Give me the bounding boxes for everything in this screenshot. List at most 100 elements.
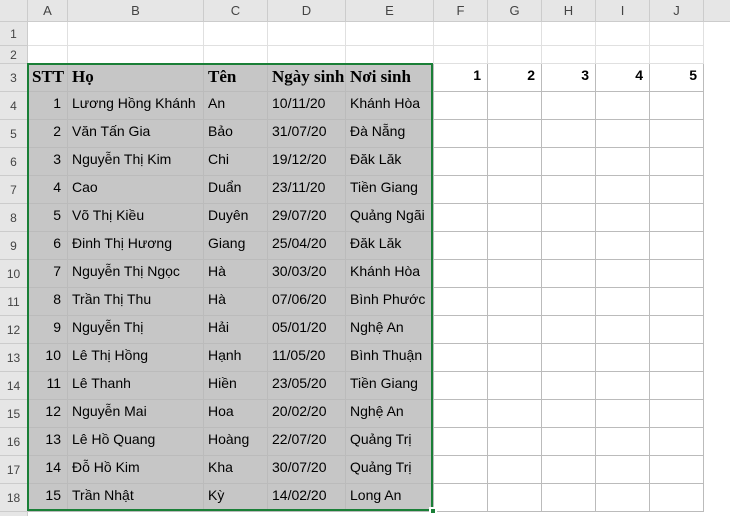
cell-H10[interactable] <box>542 260 596 288</box>
cell-J14[interactable] <box>650 372 704 400</box>
cell-J12[interactable] <box>650 316 704 344</box>
cell-I3[interactable]: 4 <box>596 64 650 92</box>
cell-H17[interactable] <box>542 456 596 484</box>
cell-D3[interactable]: Ngày sinh <box>268 64 346 92</box>
cell-F7[interactable] <box>434 176 488 204</box>
cell-E3[interactable]: Nơi sinh <box>346 64 434 92</box>
cell-G15[interactable] <box>488 400 542 428</box>
cell-B6[interactable]: Nguyễn Thị Kim <box>68 148 204 176</box>
cell-J3[interactable]: 5 <box>650 64 704 92</box>
cell-C9[interactable]: Giang <box>204 232 268 260</box>
cell-G7[interactable] <box>488 176 542 204</box>
cell-G3[interactable]: 2 <box>488 64 542 92</box>
cell-I1[interactable] <box>596 22 650 46</box>
row-header-10[interactable]: 10 <box>0 260 27 288</box>
col-header-G[interactable]: G <box>488 0 542 21</box>
select-all-corner[interactable] <box>0 0 28 21</box>
cell-A12[interactable]: 9 <box>28 316 68 344</box>
col-header-D[interactable]: D <box>268 0 346 21</box>
cell-D17[interactable]: 30/07/20 <box>268 456 346 484</box>
cell-I12[interactable] <box>596 316 650 344</box>
cell-E14[interactable]: Tiền Giang <box>346 372 434 400</box>
cell-J4[interactable] <box>650 92 704 120</box>
cell-F6[interactable] <box>434 148 488 176</box>
cell-H16[interactable] <box>542 428 596 456</box>
cell-E16[interactable]: Quảng Trị <box>346 428 434 456</box>
cell-J9[interactable] <box>650 232 704 260</box>
cell-B1[interactable] <box>68 22 204 46</box>
cell-J8[interactable] <box>650 204 704 232</box>
cell-A1[interactable] <box>28 22 68 46</box>
cell-C11[interactable]: Hà <box>204 288 268 316</box>
cell-B4[interactable]: Lương Hồng Khánh <box>68 92 204 120</box>
cell-A18[interactable]: 15 <box>28 484 68 512</box>
cell-G5[interactable] <box>488 120 542 148</box>
cell-I15[interactable] <box>596 400 650 428</box>
cell-B11[interactable]: Trần Thị Thu <box>68 288 204 316</box>
cell-C7[interactable]: Duẩn <box>204 176 268 204</box>
cell-G11[interactable] <box>488 288 542 316</box>
cell-F2[interactable] <box>434 46 488 64</box>
row-header-11[interactable]: 11 <box>0 288 27 316</box>
cell-F10[interactable] <box>434 260 488 288</box>
cell-B15[interactable]: Nguyễn Mai <box>68 400 204 428</box>
cell-H1[interactable] <box>542 22 596 46</box>
cell-C16[interactable]: Hoàng <box>204 428 268 456</box>
cell-E11[interactable]: Bình Phước <box>346 288 434 316</box>
row-header-6[interactable]: 6 <box>0 148 27 176</box>
cell-H8[interactable] <box>542 204 596 232</box>
cell-A16[interactable]: 13 <box>28 428 68 456</box>
cell-I18[interactable] <box>596 484 650 512</box>
cell-H11[interactable] <box>542 288 596 316</box>
cell-H3[interactable]: 3 <box>542 64 596 92</box>
cell-C5[interactable]: Bảo <box>204 120 268 148</box>
cell-I2[interactable] <box>596 46 650 64</box>
cell-C8[interactable]: Duyên <box>204 204 268 232</box>
cell-J17[interactable] <box>650 456 704 484</box>
cell-D2[interactable] <box>268 46 346 64</box>
cell-I17[interactable] <box>596 456 650 484</box>
cell-G17[interactable] <box>488 456 542 484</box>
cell-E6[interactable]: Đăk Lăk <box>346 148 434 176</box>
cell-B3[interactable]: Họ <box>68 64 204 92</box>
row-header-7[interactable]: 7 <box>0 176 27 204</box>
cell-F17[interactable] <box>434 456 488 484</box>
cell-D7[interactable]: 23/11/20 <box>268 176 346 204</box>
col-header-H[interactable]: H <box>542 0 596 21</box>
cell-I6[interactable] <box>596 148 650 176</box>
cell-E10[interactable]: Khánh Hòa <box>346 260 434 288</box>
cell-E7[interactable]: Tiền Giang <box>346 176 434 204</box>
cell-C1[interactable] <box>204 22 268 46</box>
cell-F15[interactable] <box>434 400 488 428</box>
cell-G1[interactable] <box>488 22 542 46</box>
cell-G4[interactable] <box>488 92 542 120</box>
cell-D8[interactable]: 29/07/20 <box>268 204 346 232</box>
cell-B18[interactable]: Trần Nhật <box>68 484 204 512</box>
row-header-5[interactable]: 5 <box>0 120 27 148</box>
cell-I5[interactable] <box>596 120 650 148</box>
col-header-J[interactable]: J <box>650 0 704 21</box>
cell-G8[interactable] <box>488 204 542 232</box>
cell-H14[interactable] <box>542 372 596 400</box>
cell-H12[interactable] <box>542 316 596 344</box>
cell-B7[interactable]: Cao <box>68 176 204 204</box>
cell-C17[interactable]: Kha <box>204 456 268 484</box>
cell-H13[interactable] <box>542 344 596 372</box>
cell-F1[interactable] <box>434 22 488 46</box>
cell-B2[interactable] <box>68 46 204 64</box>
cell-G18[interactable] <box>488 484 542 512</box>
cell-E13[interactable]: Bình Thuận <box>346 344 434 372</box>
cell-D9[interactable]: 25/04/20 <box>268 232 346 260</box>
cell-F8[interactable] <box>434 204 488 232</box>
cell-B14[interactable]: Lê Thanh <box>68 372 204 400</box>
cell-J11[interactable] <box>650 288 704 316</box>
cell-H9[interactable] <box>542 232 596 260</box>
cell-A11[interactable]: 8 <box>28 288 68 316</box>
cell-J6[interactable] <box>650 148 704 176</box>
row-header-17[interactable]: 17 <box>0 456 27 484</box>
cell-D15[interactable]: 20/02/20 <box>268 400 346 428</box>
cell-F18[interactable] <box>434 484 488 512</box>
cell-F14[interactable] <box>434 372 488 400</box>
cell-I10[interactable] <box>596 260 650 288</box>
cell-H5[interactable] <box>542 120 596 148</box>
